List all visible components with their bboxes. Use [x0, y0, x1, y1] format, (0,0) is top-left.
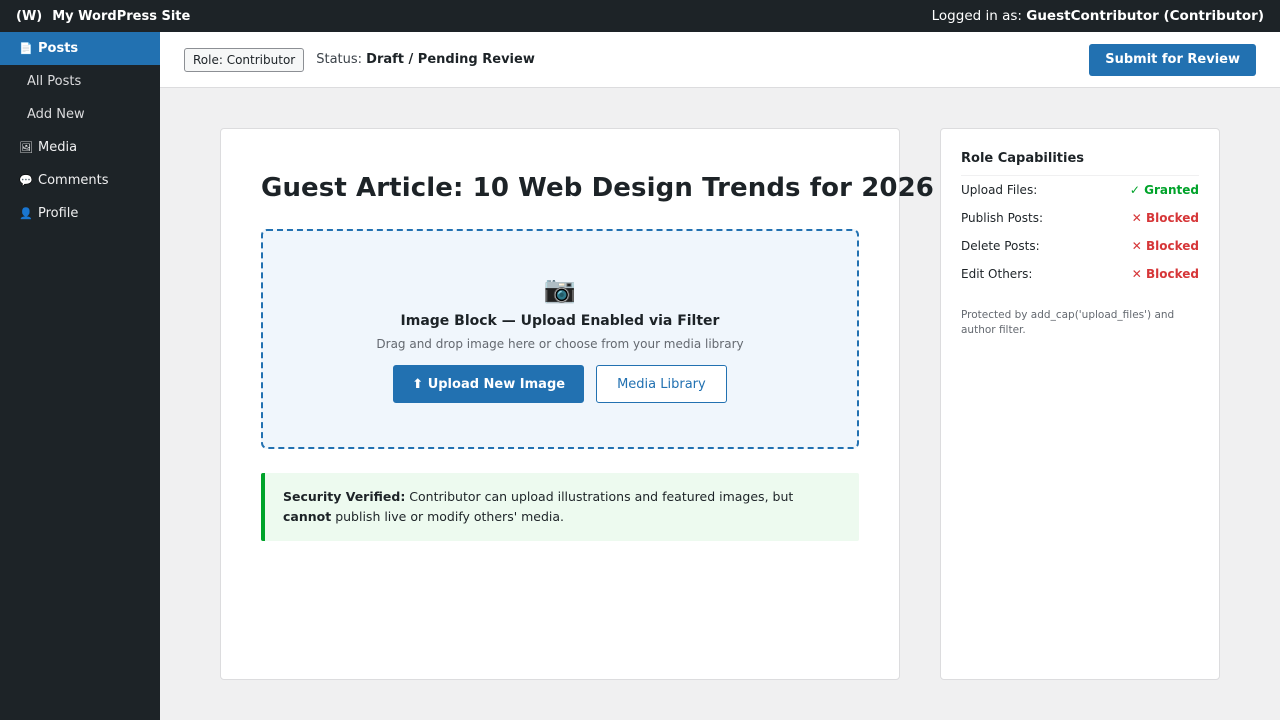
post-title[interactable]: Guest Article: 10 Web Design Trends for …	[261, 173, 934, 203]
camera-icon: 📷	[543, 275, 577, 305]
submit-for-review-button[interactable]: Submit for Review	[1089, 43, 1256, 76]
site-link[interactable]: (W) My WordPress Site	[16, 9, 190, 24]
role-capabilities-panel: Role Capabilities Upload Files: ✓ Grante…	[940, 128, 1220, 680]
site-name[interactable]: My WordPress Site	[52, 9, 190, 24]
profile-icon: 👤	[19, 207, 33, 220]
admin-bar: (W) My WordPress Site Logged in as: Gues…	[0, 0, 1280, 32]
capability-label: Publish Posts:	[961, 211, 1043, 225]
status-prefix: Status:	[316, 52, 367, 67]
sidebar-item-media[interactable]: 🖼 Media	[0, 131, 160, 164]
sidebar-item-profile[interactable]: 👤 Profile	[0, 197, 160, 230]
image-block-actions: ⬆ Upload New Image Media Library	[393, 365, 727, 403]
post-status: Status: Draft / Pending Review	[316, 52, 535, 67]
logged-in-prefix: Logged in as:	[931, 8, 1027, 24]
wordpress-logo-icon[interactable]: (W)	[16, 9, 42, 24]
capabilities-title: Role Capabilities	[961, 151, 1199, 176]
notice-strong: Security Verified:	[283, 489, 406, 504]
sidebar-item-label: Comments	[38, 173, 109, 188]
image-block-title: Image Block — Upload Enabled via Filter	[400, 313, 720, 329]
notice-strong-2: cannot	[283, 509, 332, 524]
sidebar-item-comments[interactable]: 💬 Comments	[0, 164, 160, 197]
user-name[interactable]: GuestContributor (Contributor)	[1026, 8, 1264, 24]
notice-text-1: Contributor can upload illustrations and…	[405, 489, 794, 504]
media-library-button[interactable]: Media Library	[596, 365, 727, 403]
capability-status: ✕ Blocked	[1131, 239, 1199, 253]
capability-row-upload: Upload Files: ✓ Granted	[961, 176, 1199, 204]
status-value: Draft / Pending Review	[366, 52, 535, 67]
capability-status: ✕ Blocked	[1131, 211, 1199, 225]
sidebar-item-label: Posts	[38, 41, 79, 56]
user-info[interactable]: Logged in as: GuestContributor (Contribu…	[932, 8, 1264, 24]
media-icon: 🖼	[19, 141, 33, 154]
capability-label: Edit Others:	[961, 267, 1033, 281]
sidebar-item-label: Profile	[38, 206, 79, 221]
sidebar-item-all-posts[interactable]: All Posts	[0, 65, 160, 98]
capability-label: Upload Files:	[961, 183, 1038, 197]
editor-toolbar: Role: Contributor Status: Draft / Pendin…	[160, 32, 1280, 88]
image-block-subtitle: Drag and drop image here or choose from …	[376, 337, 744, 351]
capability-status: ✕ Blocked	[1131, 267, 1199, 281]
sidebar-item-label: Add New	[27, 107, 85, 122]
capabilities-note: Protected by add_cap('upload_files') and…	[961, 309, 1175, 336]
capability-row-edit-others: Edit Others: ✕ Blocked	[961, 260, 1199, 288]
sidebar-item-label: Media	[38, 140, 78, 155]
capability-label: Delete Posts:	[961, 239, 1040, 253]
image-block-dropzone[interactable]: 📷 Image Block — Upload Enabled via Filte…	[261, 229, 859, 449]
capability-row-delete: Delete Posts: ✕ Blocked	[961, 232, 1199, 260]
sidebar-item-add-new[interactable]: Add New	[0, 98, 160, 131]
sidebar-item-posts[interactable]: 📄 Posts	[0, 32, 160, 65]
capability-row-publish: Publish Posts: ✕ Blocked	[961, 204, 1199, 232]
posts-icon: 📄	[19, 42, 33, 55]
notice-text-2: publish live or modify others' media.	[331, 509, 565, 524]
sidebar-item-label: All Posts	[27, 74, 82, 89]
upload-new-image-button[interactable]: ⬆ Upload New Image	[393, 365, 585, 403]
admin-sidebar: 📄 Posts All Posts Add New 🖼 Media 💬 Comm…	[0, 32, 160, 720]
comments-icon: 💬	[19, 174, 33, 187]
capability-status: ✓ Granted	[1129, 183, 1199, 197]
security-notice: Security Verified: Contributor can uploa…	[261, 473, 859, 541]
role-badge: Role: Contributor	[184, 47, 305, 72]
post-editor: Guest Article: 10 Web Design Trends for …	[220, 128, 934, 680]
